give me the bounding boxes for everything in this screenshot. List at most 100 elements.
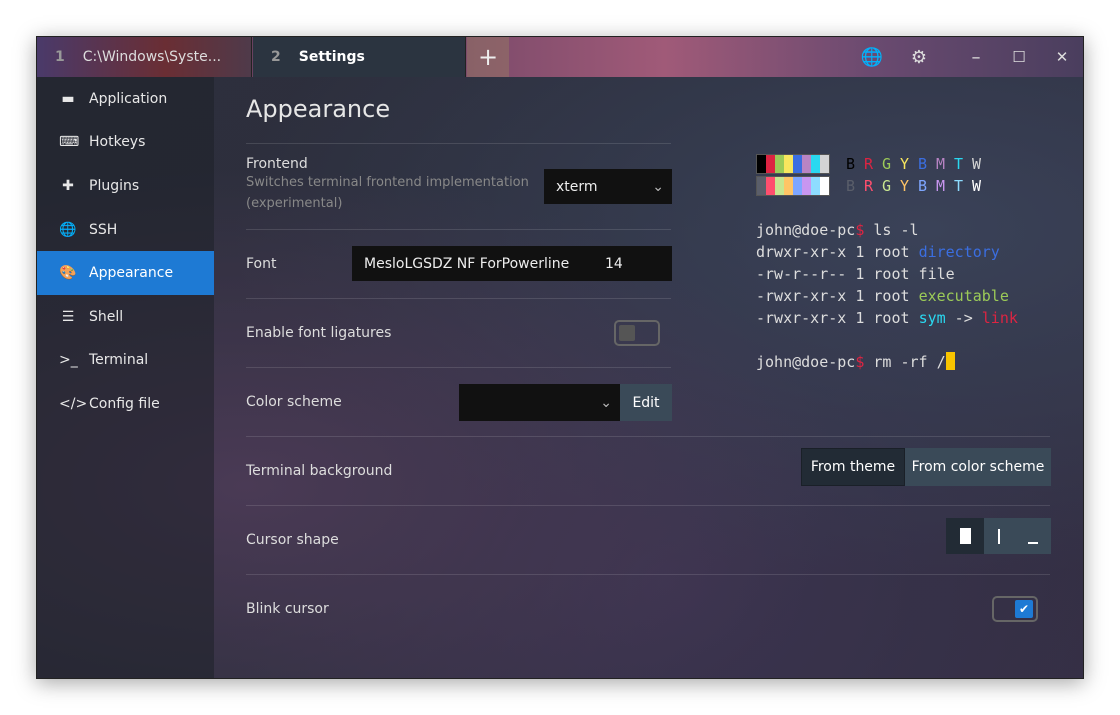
sidebar-item-shell[interactable]: ☰ Shell: [37, 295, 214, 339]
palette-letter: B: [918, 155, 928, 173]
palette-letter: G: [882, 177, 892, 195]
palette-swatch: [793, 177, 802, 195]
palette-row: BRGYBMTW: [756, 153, 1018, 175]
terminal-text: -rwxr-xr-x 1 root: [756, 287, 919, 305]
palette-swatch: [811, 155, 820, 173]
terminal-line: -rwxr-xr-x 1 root executable: [756, 285, 1018, 307]
cursor-block-button[interactable]: [946, 518, 984, 554]
ligatures-row: Enable font ligatures: [246, 298, 671, 367]
sidebar-item-label: Plugins: [89, 177, 140, 194]
palette-swatch: [775, 155, 784, 173]
terminal-text: executable: [918, 287, 1009, 305]
sidebar: ▬ Application ⌨ Hotkeys ✚ Plugins 🌐 SSH 🎨 Appeara…: [37, 77, 214, 678]
terminal-line: -rw-r--r-- 1 root file: [756, 263, 1018, 285]
palette-swatch: [757, 177, 766, 195]
terminal-cursor: [945, 352, 955, 370]
beam-cursor-icon[interactable]: [997, 528, 1000, 544]
chevron-down-icon: ⌄: [652, 178, 664, 195]
color-scheme-row: Color scheme ⌄ Edit: [246, 367, 672, 436]
terminal-text: -rwxr-xr-x 1 root: [756, 309, 919, 327]
config-file-icon: </>: [59, 395, 88, 412]
palette-swatch: [811, 177, 820, 195]
font-size-value: 14: [605, 255, 623, 272]
font-family-value: MesloLGSDZ NF ForPowerline: [364, 255, 570, 272]
ligatures-label: Enable font ligatures: [246, 325, 392, 341]
frontend-label: Frontend: [246, 156, 308, 172]
maximize-button[interactable]: ☐: [997, 37, 1041, 77]
terminal-text: -rw-r--r-- 1 root file: [756, 265, 955, 283]
sidebar-item-label: Hotkeys: [89, 134, 146, 151]
terminal-text: john@doe-pc: [756, 353, 856, 371]
palette-letter: T: [954, 177, 964, 195]
close-button[interactable]: ✕: [1040, 37, 1083, 77]
frontend-select[interactable]: xterm ⌄: [544, 169, 672, 204]
palette-letter: B: [846, 177, 856, 195]
from-theme-button[interactable]: From theme: [801, 448, 905, 486]
cursor-shape-row: Cursor shape: [246, 505, 1051, 574]
terminal-icon: >_: [59, 352, 78, 369]
new-tab-button[interactable]: +: [467, 37, 509, 77]
terminal-text: link: [981, 309, 1018, 327]
palette-swatch: [784, 177, 793, 195]
sidebar-item-appearance[interactable]: 🎨 Appearance: [37, 251, 214, 295]
sidebar-item-application[interactable]: ▬ Application: [37, 77, 214, 121]
palette-swatch: [775, 177, 784, 195]
palette-letter: R: [864, 155, 874, 173]
tab-bar: 1 C:\Windows\Syste... 2 Settings + 🌐 ⚙ – ☐…: [37, 37, 1083, 77]
palette-letter: W: [972, 155, 982, 173]
ssh-icon: 🌐: [59, 221, 77, 238]
font-row: Font MesloLGSDZ NF ForPowerline 14: [246, 229, 672, 298]
terminal-text: directory: [918, 243, 1000, 261]
terminal-text: rm -rf /: [864, 353, 946, 371]
chevron-down-icon: ⌄: [600, 394, 612, 411]
settings-content: Appearance Frontend Switches terminal fr…: [215, 77, 1083, 678]
blink-cursor-label: Blink cursor: [246, 601, 329, 617]
frontend-description: Switches terminal frontend implementatio…: [246, 175, 529, 190]
appearance-icon: 🎨: [59, 265, 77, 282]
font-input[interactable]: MesloLGSDZ NF ForPowerline 14: [352, 246, 672, 281]
sidebar-item-hotkeys[interactable]: ⌨ Hotkeys: [37, 121, 214, 165]
cursor-shape-label: Cursor shape: [246, 532, 339, 548]
palette-swatch: [757, 155, 766, 173]
palette-letter: B: [918, 177, 928, 195]
palette-letter: R: [864, 177, 874, 195]
tab-cmd[interactable]: 1 C:\Windows\Syste...: [37, 37, 252, 77]
palette-letter: T: [954, 155, 964, 173]
frontend-value: xterm: [556, 178, 598, 195]
palette-row: BRGYBMTW: [756, 175, 1018, 197]
palette-swatch: [766, 155, 775, 173]
color-scheme-select[interactable]: ⌄: [459, 384, 620, 421]
from-color-scheme-button[interactable]: From color scheme: [905, 448, 1051, 486]
sidebar-item-plugins[interactable]: ✚ Plugins: [37, 164, 214, 208]
palette-swatch: [784, 155, 793, 173]
palette-letter: Y: [900, 155, 910, 173]
terminal-line: john@doe-pc$ rm -rf /: [756, 351, 1018, 373]
tab-number: 2: [271, 49, 281, 65]
sidebar-item-label: Application: [89, 90, 168, 107]
gear-icon[interactable]: ⚙: [897, 37, 941, 77]
ligatures-toggle[interactable]: [614, 320, 660, 346]
blink-cursor-row: Blink cursor ✔: [246, 574, 1050, 643]
minimize-button[interactable]: –: [954, 37, 998, 77]
underline-cursor-icon[interactable]: [1027, 542, 1038, 544]
terminal-line: drwxr-xr-x 1 root directory: [756, 241, 1018, 263]
sidebar-item-terminal[interactable]: >_ Terminal: [37, 339, 214, 383]
sidebar-item-ssh[interactable]: 🌐 SSH: [37, 208, 214, 252]
sidebar-item-label: SSH: [89, 221, 118, 238]
palette-letter: M: [936, 155, 946, 173]
palette-letter: B: [846, 155, 856, 173]
frontend-description-note: (experimental): [246, 196, 343, 211]
terminal-background-row: Terminal background From theme From colo…: [246, 436, 1051, 505]
sidebar-item-config-file[interactable]: </> Config file: [37, 382, 214, 426]
hotkeys-icon: ⌨: [59, 134, 80, 151]
tab-settings[interactable]: 2 Settings: [253, 37, 466, 77]
blink-cursor-toggle[interactable]: ✔: [992, 596, 1038, 622]
tab-label: Settings: [298, 49, 365, 65]
edit-color-scheme-button[interactable]: Edit: [620, 384, 672, 421]
palette-swatch: [820, 155, 829, 173]
sidebar-item-label: Config file: [89, 395, 160, 412]
globe-icon[interactable]: 🌐: [850, 37, 894, 77]
terminal-line: john@doe-pc$ ls -l: [756, 219, 1018, 241]
application-icon: ▬: [61, 90, 75, 107]
